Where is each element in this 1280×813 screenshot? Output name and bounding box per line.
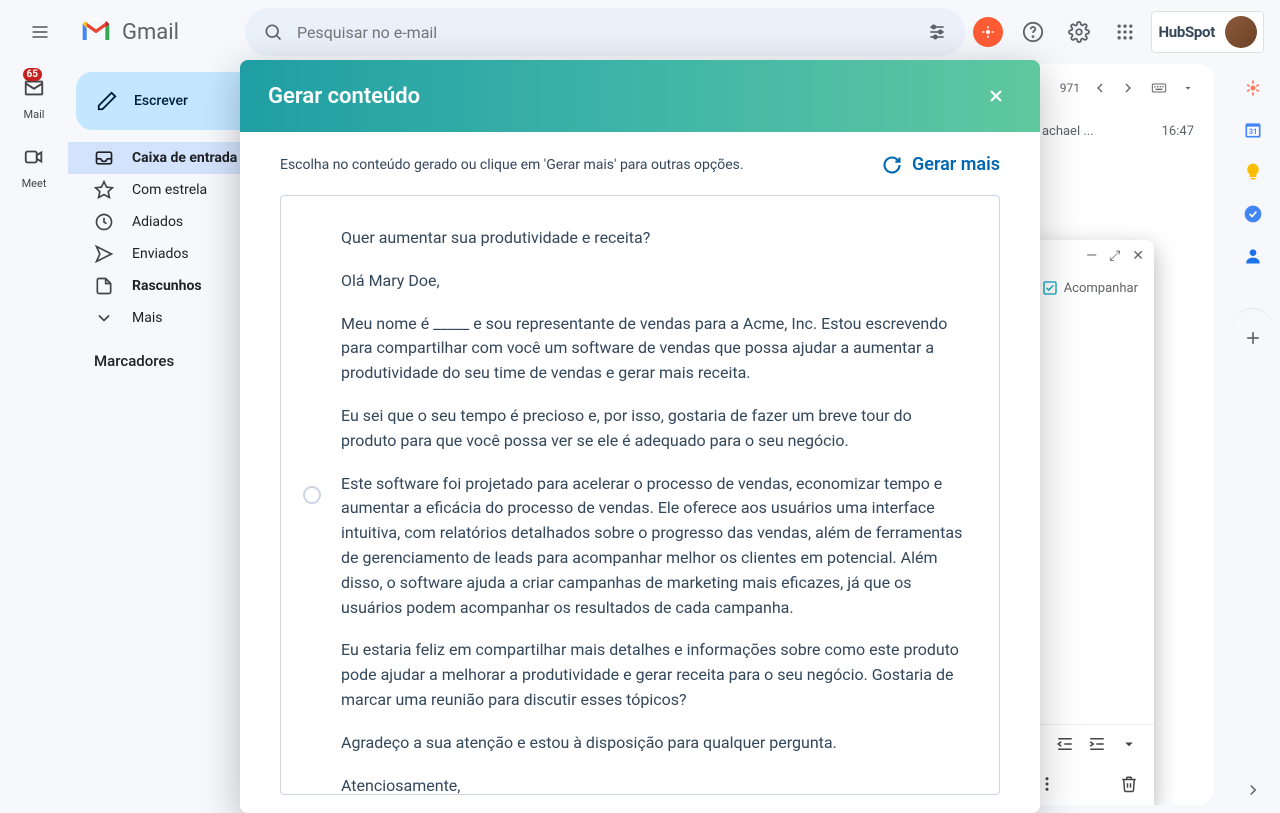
option-radio[interactable]: [303, 486, 321, 504]
modal-close-button[interactable]: [980, 80, 1012, 112]
gen-p3: Este software foi projetado para acelera…: [341, 472, 969, 621]
close-icon: [986, 86, 1006, 106]
gen-p5: Agradeço a sua atenção e estou à disposi…: [341, 731, 969, 756]
generate-more-button[interactable]: Gerar mais: [882, 154, 1000, 175]
generate-content-modal: Gerar conteúdo Escolha no conteúdo gerad…: [240, 60, 1040, 813]
modal-header: Gerar conteúdo: [240, 60, 1040, 132]
modal-subtitle: Escolha no conteúdo gerado ou clique em …: [280, 157, 744, 173]
generate-more-label: Gerar mais: [912, 154, 1000, 175]
gen-p2: Eu sei que o seu tempo é precioso e, por…: [341, 404, 969, 454]
gen-subject: Quer aumentar sua produtividade e receit…: [341, 226, 969, 251]
gen-p1: Meu nome é _____ e sou representante de …: [341, 312, 969, 386]
modal-overlay: Gerar conteúdo Escolha no conteúdo gerad…: [0, 0, 1280, 813]
generated-option-card[interactable]: Quer aumentar sua produtividade e receit…: [280, 195, 1000, 795]
gen-greet: Olá Mary Doe,: [341, 269, 969, 294]
generated-body: Quer aumentar sua produtividade e receit…: [341, 226, 969, 795]
modal-title: Gerar conteúdo: [268, 84, 420, 109]
modal-subheader: Escolha no conteúdo gerado ou clique em …: [240, 132, 1040, 187]
gen-sign: Atenciosamente,: [341, 774, 969, 795]
refresh-icon: [882, 155, 902, 175]
gen-p4: Eu estaria feliz em compartilhar mais de…: [341, 638, 969, 712]
